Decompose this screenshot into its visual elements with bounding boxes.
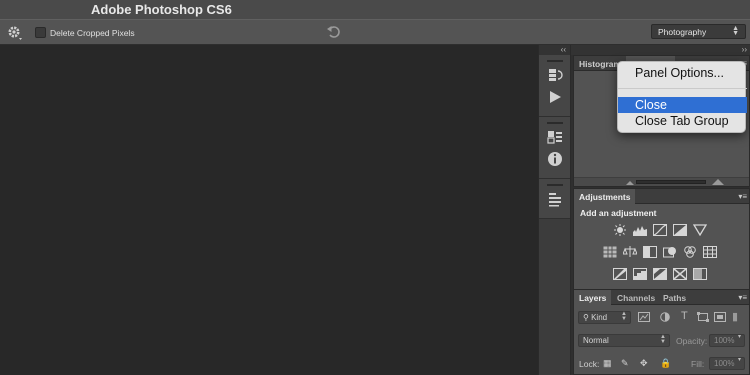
adjustment-filter-icon[interactable] bbox=[659, 312, 671, 322]
lock-label: Lock: bbox=[579, 359, 600, 369]
vibrance-icon[interactable] bbox=[693, 224, 707, 236]
chevron-down-icon: ▾ bbox=[737, 334, 741, 340]
opacity-value: 100% bbox=[714, 336, 735, 345]
photo-filter-icon[interactable] bbox=[663, 246, 677, 258]
exposure-icon[interactable] bbox=[673, 224, 687, 236]
chevron-down-icon: ▾ bbox=[737, 357, 741, 363]
blend-mode-value: Normal bbox=[583, 336, 609, 345]
adjustments-subtitle: Add an adjustment bbox=[580, 208, 657, 218]
adjustments-panel: Adjustments ▾≡ Add an adjustment bbox=[573, 188, 750, 291]
layers-tabs: Layers Channels Paths ▾≡ bbox=[574, 290, 749, 305]
fill-label: Fill: bbox=[691, 359, 705, 369]
menu-item-panel-options[interactable]: Panel Options... bbox=[618, 65, 747, 81]
opacity-label: Opacity: bbox=[676, 336, 708, 346]
info-icon[interactable] bbox=[546, 150, 564, 168]
play-actions-icon[interactable] bbox=[546, 88, 564, 106]
search-icon: ⚲ bbox=[583, 313, 592, 322]
fill-field[interactable]: 100% ▾ bbox=[709, 357, 745, 370]
options-bar: Delete Cropped Pixels Photography ▲ ▼ bbox=[0, 19, 750, 45]
blend-mode-select[interactable]: Normal ▲ ▼ bbox=[578, 334, 670, 347]
app-title: Adobe Photoshop CS6 bbox=[91, 2, 232, 17]
brightness-icon[interactable] bbox=[613, 224, 627, 236]
lock-all-icon[interactable]: 🔒 bbox=[660, 358, 671, 369]
menu-item-close-tab-group[interactable]: Close Tab Group bbox=[618, 113, 747, 129]
shape-filter-icon[interactable] bbox=[697, 312, 709, 322]
panel-menu-icon[interactable]: ▾≡ bbox=[738, 293, 747, 302]
delete-cropped-checkbox[interactable] bbox=[35, 27, 46, 38]
document-canvas[interactable] bbox=[0, 45, 538, 375]
workspace-value: Photography bbox=[658, 27, 707, 37]
dock-grip[interactable] bbox=[546, 184, 563, 186]
chevron-updown-icon: ▲ ▼ bbox=[621, 311, 627, 322]
rotate-back-icon[interactable] bbox=[326, 24, 342, 40]
delete-cropped-label: Delete Cropped Pixels bbox=[50, 28, 135, 38]
panels-collapse-button[interactable]: ›› bbox=[571, 45, 750, 55]
zoom-out-icon[interactable] bbox=[626, 180, 634, 185]
zoom-in-icon[interactable] bbox=[712, 179, 724, 185]
filter-toggle-icon[interactable]: ▮ bbox=[732, 310, 738, 323]
invert-icon[interactable] bbox=[613, 268, 627, 280]
lock-position-icon[interactable]: ✥ bbox=[640, 358, 648, 369]
properties-icon[interactable] bbox=[546, 128, 564, 146]
history-icon[interactable] bbox=[546, 66, 564, 84]
layer-filter-select[interactable]: ⚲ Kind ▲ ▼ bbox=[578, 311, 631, 324]
gear-icon[interactable] bbox=[7, 25, 23, 41]
chevron-updown-icon: ▲ ▼ bbox=[732, 25, 739, 37]
channel-mixer-icon[interactable] bbox=[683, 246, 697, 258]
panel-dock: ‹‹ bbox=[538, 45, 571, 375]
fill-value: 100% bbox=[714, 359, 735, 368]
pixel-filter-icon[interactable] bbox=[638, 312, 650, 322]
color-lookup-icon[interactable] bbox=[703, 246, 717, 258]
lock-image-pixels-icon[interactable]: ✎ bbox=[621, 358, 629, 369]
panel-menu-icon[interactable]: ▾≡ bbox=[738, 192, 747, 201]
tab-channels[interactable]: Channels bbox=[612, 290, 660, 305]
color-balance-icon[interactable] bbox=[623, 246, 637, 258]
posterize-icon[interactable] bbox=[633, 268, 647, 280]
tab-adjustments[interactable]: Adjustments bbox=[574, 189, 636, 204]
adjustments-tabs: Adjustments ▾≡ bbox=[574, 189, 749, 204]
filter-kind-value: Kind bbox=[591, 313, 608, 322]
type-filter-icon[interactable]: T bbox=[681, 310, 688, 322]
dock-grip[interactable] bbox=[546, 122, 563, 124]
levels-icon[interactable] bbox=[633, 224, 647, 236]
dock-group-1 bbox=[539, 55, 570, 117]
dock-collapse-button[interactable]: ‹‹ bbox=[539, 45, 570, 55]
tab-layers[interactable]: Layers bbox=[574, 290, 612, 305]
chevron-updown-icon: ▲ ▼ bbox=[660, 334, 666, 345]
notes-icon[interactable] bbox=[546, 190, 564, 208]
dock-group-2 bbox=[539, 117, 570, 179]
zoom-slider[interactable] bbox=[636, 180, 706, 184]
curves-icon[interactable] bbox=[653, 224, 667, 236]
gradient-map-icon[interactable] bbox=[693, 268, 707, 280]
navigator-zoom-bar bbox=[574, 177, 749, 186]
title-bar: Adobe Photoshop CS6 bbox=[0, 0, 750, 19]
opacity-field[interactable]: 100% ▾ bbox=[709, 334, 745, 347]
dock-grip[interactable] bbox=[546, 60, 563, 62]
menu-item-close[interactable]: Close bbox=[618, 97, 747, 113]
black-white-icon[interactable] bbox=[643, 246, 657, 258]
selective-color-icon[interactable] bbox=[673, 268, 687, 280]
hue-saturation-icon[interactable] bbox=[603, 246, 617, 258]
threshold-icon[interactable] bbox=[653, 268, 667, 280]
smart-object-filter-icon[interactable] bbox=[714, 312, 726, 322]
layers-panel: Layers Channels Paths ▾≡ ⚲ Kind ▲ ▼ T ▮ N… bbox=[573, 289, 750, 375]
menu-separator bbox=[618, 88, 747, 89]
workspace-select[interactable]: Photography ▲ ▼ bbox=[651, 24, 746, 39]
dock-group-3 bbox=[539, 179, 570, 219]
lock-transparent-pixels-icon[interactable]: ▦ bbox=[603, 358, 612, 369]
tab-paths[interactable]: Paths bbox=[658, 290, 691, 305]
panel-context-menu: Panel Options... Close Close Tab Group bbox=[617, 61, 747, 133]
